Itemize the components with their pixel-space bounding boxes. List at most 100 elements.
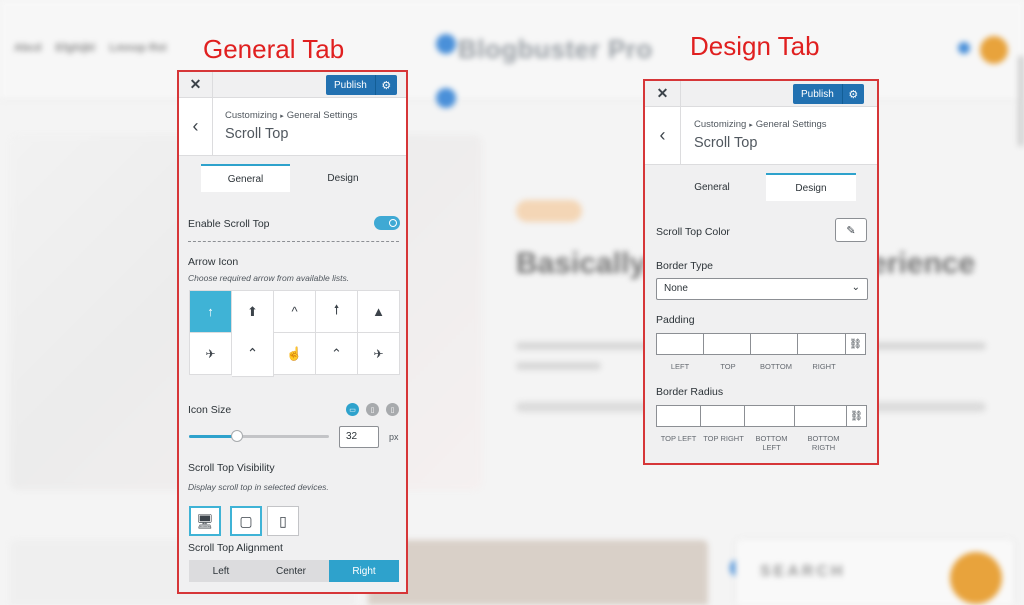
publish-button[interactable]: Publish ⚙ bbox=[326, 75, 397, 95]
border-radius-inputs: ⛓ bbox=[656, 405, 867, 427]
icon-size-unit: px bbox=[389, 432, 399, 442]
site-nav-item: Lmnop Rst bbox=[109, 42, 167, 54]
scrollbar bbox=[1018, 56, 1024, 146]
close-icon[interactable]: ✕ bbox=[179, 72, 213, 97]
tab-general[interactable]: General bbox=[667, 173, 757, 201]
alignment-label: Scroll Top Alignment bbox=[188, 542, 283, 554]
link-values-icon[interactable]: ⛓ bbox=[846, 405, 867, 427]
plane-up-icon[interactable]: ✈ bbox=[358, 333, 400, 375]
padding-right-input[interactable] bbox=[797, 333, 846, 355]
tablet-icon: ▢ bbox=[239, 512, 253, 529]
gear-icon[interactable]: ⚙ bbox=[374, 75, 397, 95]
icon-size-slider[interactable] bbox=[189, 435, 329, 438]
padding-side-labels: LEFT TOP BOTTOM RIGHT bbox=[656, 362, 848, 371]
radius-top-right-caption: TOP RIGHT bbox=[703, 434, 744, 443]
padding-right-caption: RIGHT bbox=[812, 362, 836, 371]
padding-left-input[interactable] bbox=[656, 333, 704, 355]
align-center-button[interactable]: Center bbox=[253, 560, 329, 582]
breadcrumb-separator-icon: ▸ bbox=[280, 113, 284, 120]
circle-arrow-up-icon[interactable]: ⬆ bbox=[232, 291, 274, 333]
customizer-topbar: ✕ Publish ⚙ bbox=[645, 81, 877, 107]
gear-icon[interactable]: ⚙ bbox=[841, 84, 864, 104]
site-nav-item: Abcd bbox=[14, 42, 42, 54]
enable-scroll-top-toggle[interactable] bbox=[374, 216, 400, 230]
radius-bottom-right-input[interactable] bbox=[794, 405, 847, 427]
visibility-tablet-button[interactable]: ▢ bbox=[230, 506, 262, 536]
icon-size-input[interactable]: 32 bbox=[339, 426, 379, 448]
post-card bbox=[368, 540, 708, 605]
divider bbox=[188, 241, 399, 242]
general-tab-annotation: General Tab bbox=[203, 34, 345, 64]
radius-bottom-left-input[interactable] bbox=[744, 405, 795, 427]
double-chevron-up-icon[interactable]: ⌃ bbox=[232, 330, 274, 378]
border-type-value: None bbox=[664, 283, 688, 294]
align-left-button[interactable]: Left bbox=[189, 560, 253, 582]
breadcrumb: Customizing ▸ General Settings bbox=[225, 110, 358, 121]
color-picker-button[interactable]: ✎ bbox=[835, 218, 867, 242]
chevron-down-icon: ⌄ bbox=[851, 282, 860, 293]
border-type-label: Border Type bbox=[656, 260, 714, 272]
arrow-up-icon[interactable]: ↑ bbox=[190, 291, 232, 333]
publish-button[interactable]: Publish ⚙ bbox=[793, 84, 864, 104]
icon-size-label: Icon Size bbox=[188, 404, 232, 416]
circle-chevron-up-icon[interactable]: ⌃ bbox=[316, 333, 358, 375]
section-title: Scroll Top bbox=[694, 135, 758, 151]
border-radius-label: Border Radius bbox=[656, 386, 724, 398]
border-type-select[interactable]: None ⌄ bbox=[656, 278, 868, 300]
scroll-top-preview bbox=[950, 552, 1002, 604]
breadcrumb-section: General Settings bbox=[755, 119, 827, 130]
hand-pointer-icon[interactable]: ☝ bbox=[274, 333, 316, 375]
visibility-label: Scroll Top Visibility bbox=[188, 462, 275, 474]
long-arrow-up-icon[interactable]: 🠕 bbox=[316, 291, 358, 333]
radius-top-left-input[interactable] bbox=[656, 405, 701, 427]
customizer-topbar: ✕ Publish ⚙ bbox=[179, 72, 406, 98]
visibility-mobile-button[interactable]: ▯ bbox=[267, 506, 299, 536]
padding-top-caption: TOP bbox=[720, 362, 736, 371]
padding-label: Padding bbox=[656, 314, 695, 326]
breadcrumb-separator-icon: ▸ bbox=[749, 122, 753, 129]
radius-top-left-caption: TOP LEFT bbox=[660, 434, 697, 443]
back-icon[interactable]: ‹ bbox=[179, 98, 213, 155]
padding-top-input[interactable] bbox=[703, 333, 751, 355]
desktop-icon: 🖥 bbox=[196, 512, 214, 529]
tab-general[interactable]: General bbox=[201, 164, 290, 192]
publish-label: Publish bbox=[801, 88, 834, 100]
visibility-desc: Display scroll top in selected devices. bbox=[188, 482, 329, 492]
design-tab-annotation: Design Tab bbox=[690, 31, 820, 61]
breadcrumb-root: Customizing bbox=[225, 110, 278, 121]
padding-left-caption: LEFT bbox=[670, 362, 690, 371]
radius-top-right-input[interactable] bbox=[700, 405, 745, 427]
tablet-icon[interactable]: ▯ bbox=[366, 403, 379, 416]
site-brand: Blogbuster Pro bbox=[458, 34, 653, 64]
mobile-icon[interactable]: ▯ bbox=[386, 403, 399, 416]
slider-handle[interactable] bbox=[230, 430, 243, 442]
link-values-icon[interactable]: ⛓ bbox=[845, 333, 866, 355]
align-right-button[interactable]: Right bbox=[329, 560, 399, 582]
visibility-desktop-button[interactable]: 🖥 bbox=[189, 506, 221, 536]
design-customizer-panel: ✕ Publish ⚙ ‹ Customizing ▸ General Settin… bbox=[643, 79, 879, 465]
slider-fill bbox=[189, 435, 237, 438]
triangle-up-icon[interactable]: ▲ bbox=[358, 291, 400, 333]
site-nav: Abcd Efghijkl Lmnop Rst bbox=[14, 42, 167, 54]
sidebar-widget-title: SEARCH bbox=[760, 563, 846, 580]
category-badge bbox=[516, 200, 582, 222]
search-icon bbox=[980, 36, 1008, 64]
arrow-icon-desc: Choose required arrow from available lis… bbox=[188, 273, 350, 283]
caret-up-icon[interactable]: ^ bbox=[274, 291, 316, 333]
marker-dot bbox=[436, 34, 456, 54]
arrow-icon-label: Arrow Icon bbox=[188, 256, 239, 268]
radius-bottom-left-caption: BOTTOM LEFT bbox=[755, 434, 788, 452]
radius-corner-labels: TOP LEFT TOP RIGHT BOTTOM LEFT BOTTOM RI… bbox=[656, 434, 850, 452]
close-icon[interactable]: ✕ bbox=[645, 81, 681, 106]
breadcrumb: Customizing ▸ General Settings bbox=[694, 119, 827, 130]
publish-label: Publish bbox=[334, 79, 367, 91]
tab-design[interactable]: Design bbox=[766, 173, 856, 201]
tab-bar: General Design bbox=[645, 165, 877, 201]
marker-dot bbox=[436, 88, 456, 108]
plane-icon[interactable]: ✈ bbox=[190, 333, 232, 375]
back-icon[interactable]: ‹ bbox=[645, 107, 681, 164]
radius-bottom-right-caption: BOTTOM RIGTH bbox=[807, 434, 840, 452]
tab-design[interactable]: Design bbox=[298, 164, 388, 192]
padding-bottom-input[interactable] bbox=[750, 333, 798, 355]
desktop-icon[interactable]: ▭ bbox=[346, 403, 359, 416]
